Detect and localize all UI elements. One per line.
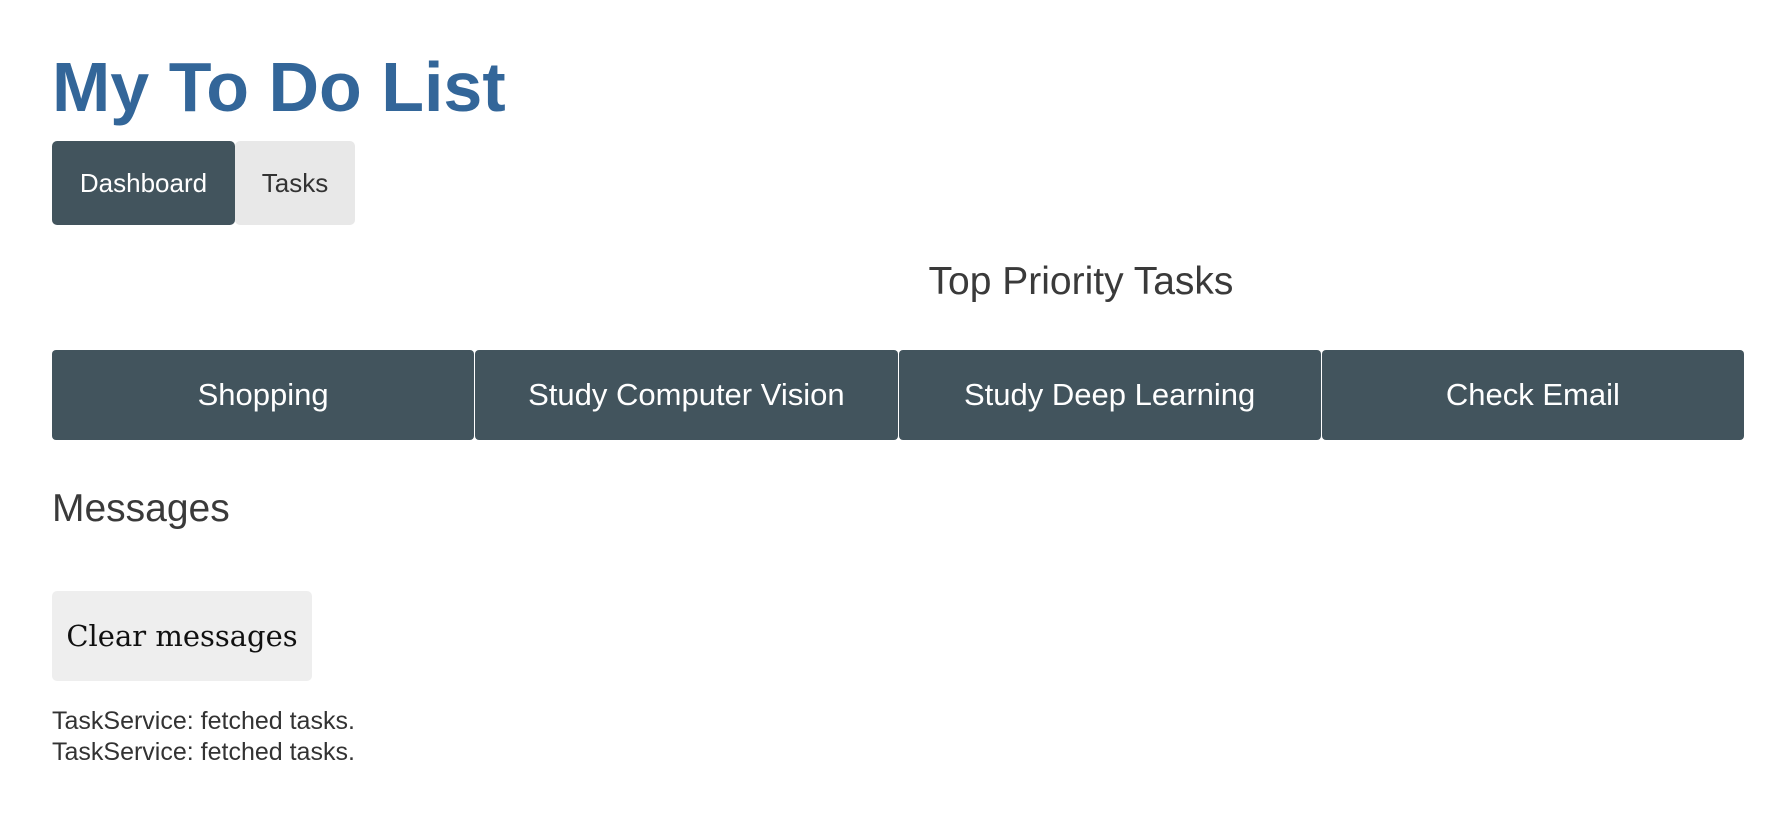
task-tile-check-email[interactable]: Check Email [1321, 350, 1744, 440]
task-tile-shopping[interactable]: Shopping [52, 350, 475, 440]
message-list: TaskService: fetched tasks. TaskService:… [52, 706, 355, 768]
task-tile-study-computer-vision[interactable]: Study Computer Vision [475, 350, 898, 440]
nav-tasks-link[interactable]: Tasks [235, 141, 355, 225]
page-title: My To Do List [52, 48, 506, 126]
top-tasks-grid: Shopping Study Computer Vision Study Dee… [52, 350, 1744, 440]
top-priority-heading: Top Priority Tasks [928, 260, 1234, 303]
main-nav: Dashboard Tasks [52, 141, 355, 225]
message-item: TaskService: fetched tasks. [52, 738, 355, 766]
nav-dashboard-link[interactable]: Dashboard [52, 141, 235, 225]
message-item: TaskService: fetched tasks. [52, 707, 355, 735]
messages-heading: Messages [52, 487, 230, 530]
task-tile-study-deep-learning[interactable]: Study Deep Learning [898, 350, 1321, 440]
clear-messages-button[interactable]: Clear messages [52, 591, 312, 681]
